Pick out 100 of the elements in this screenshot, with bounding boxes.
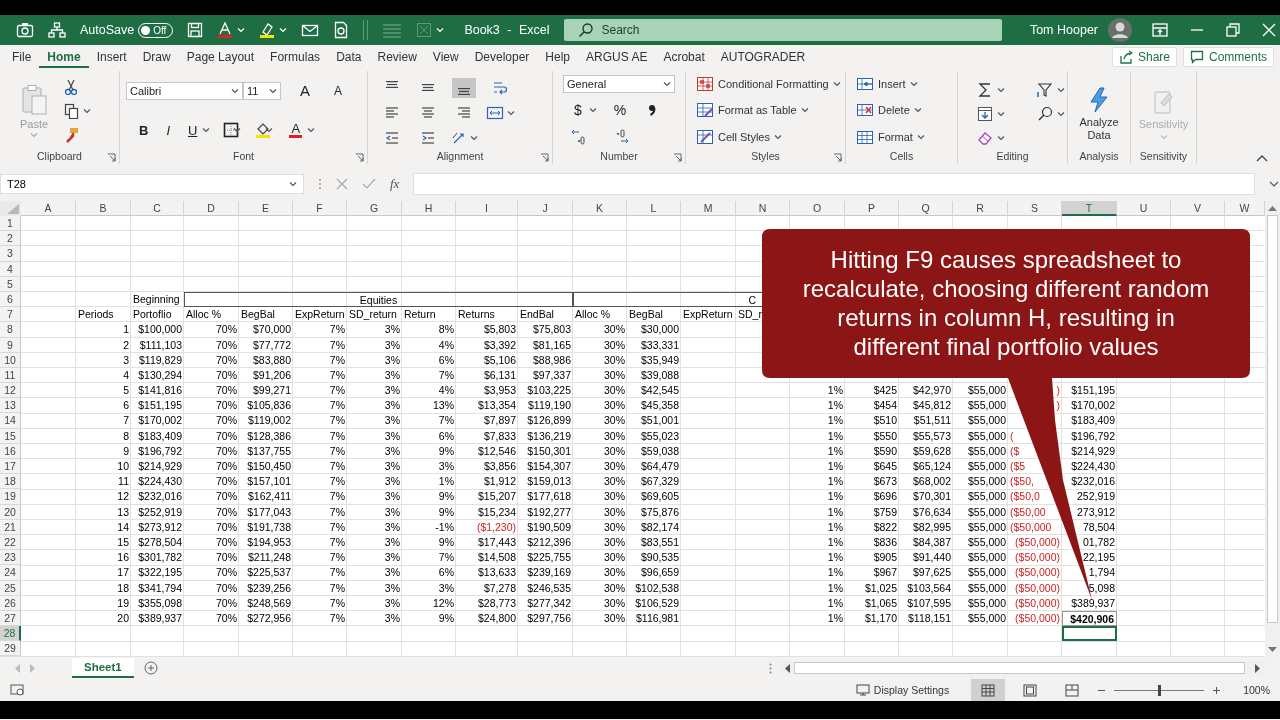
column-header[interactable]: Q (899, 201, 953, 216)
scroll-up-icon[interactable] (1268, 205, 1277, 211)
column-header[interactable]: H (402, 201, 456, 216)
search-field[interactable]: Search (563, 19, 1002, 41)
row-number[interactable]: 19 (0, 489, 21, 505)
scroll-down-icon[interactable] (1268, 647, 1277, 653)
column-header[interactable]: O (790, 201, 845, 216)
percent-button[interactable]: % (610, 102, 630, 119)
align-left-icon[interactable] (384, 104, 400, 121)
column-header[interactable]: S (1008, 201, 1062, 216)
scrollbar-thumb[interactable] (794, 662, 1245, 674)
decrease-decimal-icon[interactable] (614, 128, 630, 145)
currency-button[interactable]: $ (571, 102, 585, 119)
row-number[interactable]: 7 (0, 307, 21, 323)
ribbon-tab[interactable]: View (424, 45, 467, 68)
row-number[interactable]: 12 (0, 383, 21, 399)
save-icon[interactable] (187, 22, 204, 38)
zoom-slider-thumb[interactable] (1158, 684, 1162, 696)
row-number[interactable]: 18 (0, 474, 21, 490)
row-number[interactable]: 3 (0, 246, 21, 262)
scroll-right-icon[interactable] (1255, 663, 1261, 673)
align-center-icon[interactable] (420, 104, 436, 121)
increase-indent-icon[interactable] (420, 129, 436, 146)
italic-button[interactable]: I (163, 122, 173, 138)
active-cell-outline[interactable] (1062, 626, 1117, 642)
increase-decimal-icon[interactable] (570, 128, 586, 145)
column-header[interactable]: P (845, 201, 899, 216)
org-chart-icon[interactable] (48, 22, 66, 38)
ribbon-command[interactable]: Format as Table (692, 102, 809, 119)
row-number[interactable]: 13 (0, 398, 21, 414)
row-number[interactable]: 1 (0, 216, 21, 232)
ribbon-tab[interactable]: Draw (134, 45, 179, 68)
ribbon-tab[interactable]: Home (39, 45, 89, 68)
close-icon[interactable] (1262, 23, 1276, 37)
column-header[interactable]: A (21, 201, 76, 216)
zoom-in-icon[interactable] (1212, 685, 1222, 695)
decrease-font-size-button[interactable]: A (331, 83, 346, 98)
scrollbar-thumb[interactable] (1267, 215, 1278, 623)
caret-icon[interactable] (233, 127, 242, 134)
search-icon[interactable] (1037, 105, 1053, 122)
column-header[interactable]: I (456, 201, 518, 216)
dialog-launcher-icon[interactable] (540, 153, 549, 162)
column-header[interactable]: W (1225, 201, 1265, 216)
column-header[interactable]: D (184, 201, 239, 216)
number-format-dropdown[interactable]: General (563, 75, 675, 94)
underline-button[interactable]: U (185, 122, 201, 138)
column-header[interactable]: M (681, 201, 736, 216)
fill-down-icon[interactable] (977, 105, 993, 122)
borders-icon[interactable] (223, 122, 240, 139)
name-box[interactable]: T28 (0, 174, 304, 194)
row-number[interactable]: 2 (0, 231, 21, 247)
row-number[interactable]: 14 (0, 413, 21, 429)
share-button[interactable]: Share (1111, 46, 1177, 67)
column-header[interactable]: R (953, 201, 1008, 216)
avatar-icon[interactable] (1108, 18, 1132, 42)
ribbon-tab[interactable]: Formulas (262, 45, 329, 68)
ribbon-tab[interactable]: Review (369, 45, 425, 68)
dialog-launcher-icon[interactable] (673, 153, 682, 162)
autosum-icon[interactable] (977, 81, 993, 98)
ribbon-tab[interactable]: Insert (88, 45, 135, 68)
row-number[interactable]: 24 (0, 565, 21, 581)
row-number[interactable]: 23 (0, 550, 21, 566)
column-header[interactable]: K (573, 201, 627, 216)
column-header[interactable]: N (736, 201, 790, 216)
restore-icon[interactable] (1226, 23, 1240, 37)
dialog-launcher-icon[interactable] (107, 153, 116, 162)
ribbon-tab[interactable]: Data (328, 45, 370, 68)
ribbon-tab[interactable]: ARGUS AE (578, 45, 656, 68)
analyze-data-button[interactable]: Analyze Data (1074, 87, 1124, 142)
column-header[interactable]: C (131, 201, 184, 216)
column-header[interactable]: B (76, 201, 131, 216)
ribbon-command[interactable]: Cell Styles (692, 128, 782, 145)
normal-view-button[interactable] (971, 679, 1006, 701)
formula-input[interactable] (413, 173, 1256, 195)
column-header[interactable]: G (347, 201, 402, 216)
wrap-text-icon[interactable] (492, 79, 508, 96)
camera-icon[interactable] (16, 22, 34, 38)
comments-button[interactable]: Comments (1183, 46, 1274, 67)
column-header[interactable]: J (518, 201, 573, 216)
cut-icon[interactable] (63, 78, 80, 95)
ribbon-tab[interactable]: Page Layout (178, 45, 263, 68)
add-sheet-icon[interactable] (143, 661, 158, 675)
sort-filter-icon[interactable] (1037, 81, 1053, 98)
column-header[interactable]: E (239, 201, 293, 216)
increase-font-size-button[interactable]: A (297, 82, 313, 100)
bottom-align-button[interactable] (452, 77, 476, 98)
splitter-handle-icon[interactable] (769, 662, 772, 674)
envelope-icon[interactable] (301, 22, 320, 38)
caret-icon[interactable] (265, 127, 274, 134)
align-right-icon[interactable] (456, 104, 472, 121)
display-settings-button[interactable]: Display Settings (855, 684, 950, 696)
ribbon-command[interactable]: Insert (852, 76, 918, 93)
document-icon[interactable] (333, 21, 350, 39)
bold-button[interactable]: B (136, 122, 152, 138)
decrease-indent-icon[interactable] (384, 129, 400, 146)
ribbon-command[interactable]: Conditional Formatting (692, 76, 841, 93)
font-name-dropdown[interactable]: Calibri (126, 81, 243, 100)
ribbon-command[interactable]: Delete (852, 102, 922, 119)
macro-record-icon[interactable] (10, 684, 24, 696)
row-number[interactable]: 8 (0, 322, 21, 338)
